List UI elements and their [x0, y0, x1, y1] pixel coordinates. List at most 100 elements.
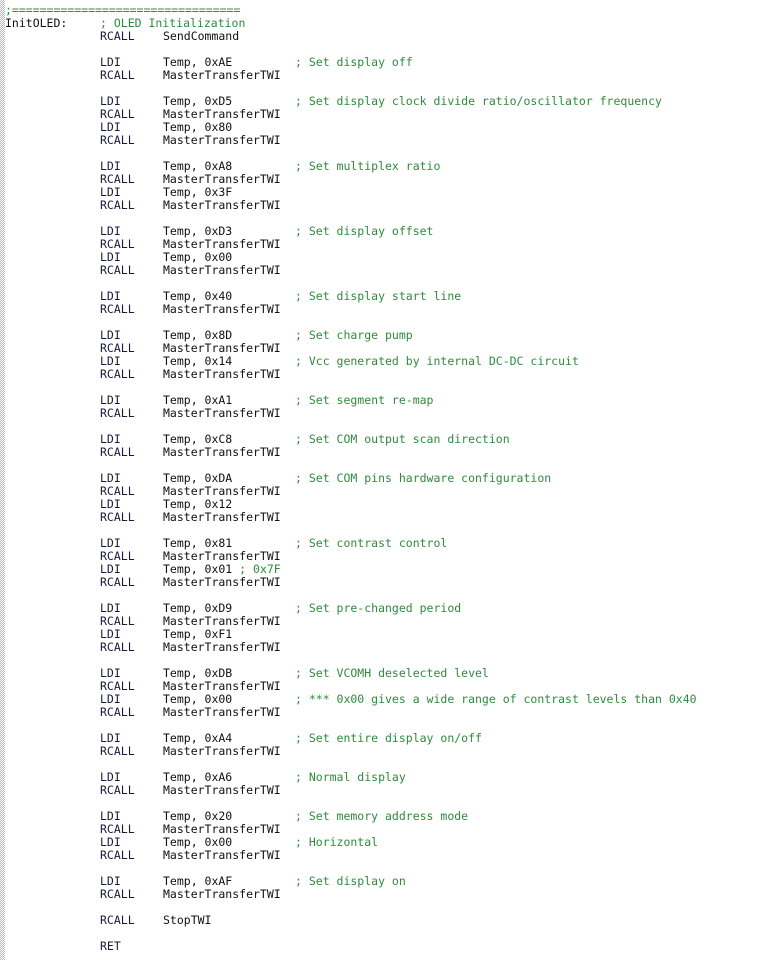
comment-text: ; Horizontal	[295, 835, 379, 849]
instruction-operand: MasterTransferTWI	[163, 575, 281, 589]
label-name	[5, 836, 100, 849]
label-name	[5, 732, 100, 745]
label-name	[5, 69, 100, 82]
label-name	[5, 199, 100, 212]
code-line-instruction[interactable]: RCALL MasterTransferTWI	[5, 576, 769, 589]
code-line-instruction[interactable]: RCALL MasterTransferTWI	[5, 641, 769, 654]
instruction-mnemonic: RCALL	[100, 133, 135, 147]
code-line-instruction[interactable]: RCALL MasterTransferTWI	[5, 368, 769, 381]
label-name	[5, 914, 100, 927]
label-name	[5, 173, 100, 186]
label-name	[5, 498, 100, 511]
comment-text: ; Set display on	[295, 874, 406, 888]
comment-text: ; Set COM pins hardware configuration	[295, 471, 552, 485]
label-name	[5, 238, 100, 251]
label-name	[5, 563, 100, 576]
label-name	[5, 160, 100, 173]
code-line-instruction[interactable]: RCALL MasterTransferTWI	[5, 706, 769, 719]
instruction-mnemonic: RET	[100, 939, 121, 953]
code-line-instruction[interactable]: RCALL MasterTransferTWI	[5, 407, 769, 420]
instruction-operand: SendCommand	[163, 29, 240, 43]
comment-text: ; Set memory address mode	[295, 809, 469, 823]
comment-text: ; Set entire display on/off	[295, 731, 482, 745]
instruction-mnemonic: RCALL	[100, 445, 135, 459]
code-line-instruction[interactable]: RCALL MasterTransferTWI	[5, 745, 769, 758]
comment-text: ; Set charge pump	[295, 328, 413, 342]
instruction-operand: MasterTransferTWI	[163, 887, 281, 901]
label-name	[5, 888, 100, 901]
instruction-mnemonic: RCALL	[100, 68, 135, 82]
code-editor-pane[interactable]: ;================================= InitOL…	[0, 0, 769, 960]
code-line-instruction[interactable]: RCALL SendCommand	[5, 30, 769, 43]
label-name	[5, 433, 100, 446]
instruction-mnemonic: RCALL	[100, 848, 135, 862]
label-name	[5, 290, 100, 303]
instruction-operand: MasterTransferTWI	[163, 783, 281, 797]
instruction-operand: MasterTransferTWI	[163, 640, 281, 654]
comment-text: ; Set display off	[295, 55, 413, 69]
instruction-mnemonic: RCALL	[100, 198, 135, 212]
code-line-instruction[interactable]: RCALL StopTWI	[5, 914, 769, 927]
label-name	[5, 30, 100, 43]
instruction-operand: MasterTransferTWI	[163, 510, 281, 524]
comment-text: ; *** 0x00 gives a wide range of contras…	[295, 692, 697, 706]
instruction-operand: MasterTransferTWI	[163, 406, 281, 420]
instruction-operand: MasterTransferTWI	[163, 198, 281, 212]
instruction-mnemonic: RCALL	[100, 913, 135, 927]
label-name	[5, 693, 100, 706]
instruction-mnemonic: RCALL	[100, 640, 135, 654]
label-name	[5, 342, 100, 355]
instruction-mnemonic: RCALL	[100, 575, 135, 589]
label-name	[5, 823, 100, 836]
instruction-mnemonic: RCALL	[100, 783, 135, 797]
code-line-instruction[interactable]: RET	[5, 940, 769, 953]
label-name	[5, 108, 100, 121]
label-name	[5, 537, 100, 550]
label-name	[5, 550, 100, 563]
code-line-instruction[interactable]: RCALL MasterTransferTWI	[5, 511, 769, 524]
instruction-mnemonic: RCALL	[100, 367, 135, 381]
label-name	[5, 329, 100, 342]
label-name	[5, 264, 100, 277]
label-name	[5, 472, 100, 485]
label-name	[5, 303, 100, 316]
code-line-instruction[interactable]: RCALL MasterTransferTWI	[5, 888, 769, 901]
label-name	[5, 355, 100, 368]
instruction-operand: MasterTransferTWI	[163, 263, 281, 277]
code-line-instruction[interactable]: RCALL MasterTransferTWI	[5, 69, 769, 82]
comment-text: ; Normal display	[295, 770, 406, 784]
label-name	[5, 251, 100, 264]
instruction-mnemonic: RCALL	[100, 406, 135, 420]
label-name	[5, 225, 100, 238]
comment-text: ; Set display start line	[295, 289, 462, 303]
instruction-mnemonic: RCALL	[100, 887, 135, 901]
label-name	[5, 784, 100, 797]
instruction-mnemonic: RCALL	[100, 263, 135, 277]
label-name	[5, 875, 100, 888]
label-name	[5, 771, 100, 784]
label-name	[5, 680, 100, 693]
comment-text: ; 0x7F	[239, 562, 281, 576]
code-line-instruction[interactable]: RCALL MasterTransferTWI	[5, 303, 769, 316]
comment-text: ; Vcc generated by internal DC-DC circui…	[295, 354, 579, 368]
label-name: InitOLED:	[5, 16, 68, 30]
instruction-mnemonic: RCALL	[100, 744, 135, 758]
code-line-instruction[interactable]: RCALL MasterTransferTWI	[5, 199, 769, 212]
label-name	[5, 121, 100, 134]
comment-text: ; Set COM output scan direction	[295, 432, 510, 446]
code-line-instruction[interactable]: RCALL MasterTransferTWI	[5, 784, 769, 797]
label-name	[5, 628, 100, 641]
code-line-instruction[interactable]: RCALL MasterTransferTWI	[5, 264, 769, 277]
instruction-mnemonic: RCALL	[100, 705, 135, 719]
label-name	[5, 810, 100, 823]
label-name	[5, 615, 100, 628]
code-listing[interactable]: ;================================= InitOL…	[5, 4, 769, 953]
code-line-instruction[interactable]: RCALL MasterTransferTWI	[5, 849, 769, 862]
code-line-instruction[interactable]: RCALL MasterTransferTWI	[5, 134, 769, 147]
instruction-mnemonic: RCALL	[100, 510, 135, 524]
label-name	[5, 446, 100, 459]
label-name	[5, 576, 100, 589]
code-line-instruction[interactable]: RCALL MasterTransferTWI	[5, 446, 769, 459]
label-name	[5, 706, 100, 719]
instruction-operand: MasterTransferTWI	[163, 133, 281, 147]
